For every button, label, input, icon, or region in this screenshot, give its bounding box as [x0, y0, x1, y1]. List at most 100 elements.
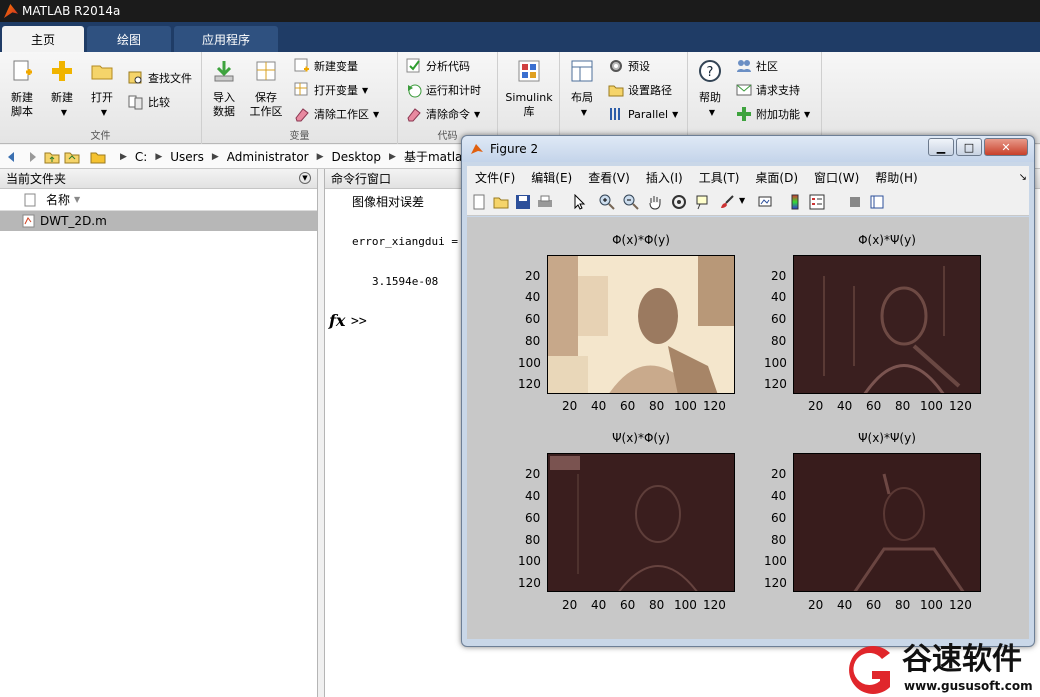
dock-arrow-icon[interactable]: ↘ — [1019, 172, 1027, 183]
menu-tools[interactable]: 工具(T) — [699, 169, 740, 186]
help-button[interactable]: ? 帮助 ▼ — [690, 58, 730, 120]
menu-help[interactable]: 帮助(H) — [875, 169, 917, 186]
back-arrow-icon[interactable] — [4, 149, 20, 165]
menu-edit[interactable]: 编辑(E) — [531, 169, 572, 186]
pan-hand-icon[interactable] — [647, 194, 663, 210]
link-plot-icon[interactable] — [757, 194, 773, 210]
subplot-image[interactable] — [793, 255, 981, 394]
save-icon[interactable] — [515, 194, 531, 210]
new-figure-icon[interactable] — [471, 194, 487, 210]
matlab-logo-icon — [4, 4, 18, 18]
chevron-down-icon: ▼ — [474, 109, 481, 119]
menu-insert[interactable]: 插入(I) — [646, 169, 683, 186]
chevron-right-icon: ▶ — [389, 151, 396, 162]
column-header-name[interactable]: 名称 ▼ — [0, 189, 317, 211]
group-label-variable: 变量 — [289, 131, 310, 142]
ribbon-group-environment: 布局 ▼ 预设 设置路径 Parallel ▼ — [560, 52, 688, 144]
minimize-button[interactable]: ▁ — [928, 138, 954, 156]
community-button[interactable]: 社区 — [736, 56, 778, 76]
fx-icon[interactable]: fx — [329, 311, 345, 330]
preferences-button[interactable]: 预设 — [608, 56, 650, 76]
menu-view[interactable]: 查看(V) — [588, 169, 630, 186]
plus-icon — [52, 61, 72, 81]
hide-plot-tools-icon[interactable] — [847, 194, 863, 210]
matlab-logo-icon — [471, 144, 483, 154]
simulink-library-button[interactable]: Simulink 库 — [504, 58, 554, 119]
zoom-out-icon[interactable] — [623, 194, 639, 210]
colorbar-icon[interactable] — [787, 194, 803, 210]
subplot-image[interactable] — [793, 453, 981, 592]
import-data-button[interactable]: 导入 数据 — [204, 58, 244, 119]
open-button[interactable]: 打开 ▼ — [82, 58, 122, 120]
menu-file[interactable]: 文件(F) — [475, 169, 515, 186]
ribbon: 新建 脚本 新建▼ 打开▼ 查找文件 比较 文件 导入 数据 保存 工作区 — [0, 52, 1040, 144]
print-icon[interactable] — [537, 194, 553, 210]
open-file-icon[interactable] — [493, 194, 509, 210]
current-folder-header: 当前文件夹 ▼ — [0, 169, 317, 189]
command-prompt[interactable]: >> — [351, 314, 367, 329]
layout-button[interactable]: 布局 ▼ — [562, 58, 602, 120]
breadcrumb-segment[interactable]: C: — [135, 150, 147, 164]
maximize-icon: □ — [963, 140, 975, 154]
chevron-down-icon: ▼ — [804, 109, 811, 119]
new-script-button[interactable]: 新建 脚本 — [2, 58, 42, 119]
find-files-button[interactable]: 查找文件 — [128, 68, 192, 88]
add-ons-button[interactable]: 附加功能 ▼ — [736, 104, 810, 124]
subplot-image[interactable] — [547, 453, 735, 592]
figure-canvas[interactable]: Φ(x)*Φ(y) Φ(x)*Ψ(y) Ψ(x)*Φ(y) Ψ(x)*Ψ(y) … — [467, 217, 1029, 639]
close-button[interactable]: ✕ — [984, 138, 1028, 156]
analyze-code-button[interactable]: 分析代码 — [406, 56, 470, 76]
clear-workspace-button[interactable]: 清除工作区 ▼ — [294, 104, 379, 124]
subplot-image[interactable] — [547, 255, 735, 394]
show-plot-tools-icon[interactable] — [869, 194, 885, 210]
support-icon — [736, 84, 752, 96]
panel-menu-icon[interactable]: ▼ — [299, 172, 311, 184]
matlab-file-icon — [22, 214, 35, 228]
menu-window[interactable]: 窗口(W) — [814, 169, 859, 186]
legend-icon[interactable] — [809, 194, 825, 210]
zoom-in-icon[interactable] — [599, 194, 615, 210]
rotate-3d-icon[interactable] — [671, 194, 687, 210]
tab-apps[interactable]: 应用程序 — [174, 26, 278, 52]
save-workspace-button[interactable]: 保存 工作区 — [246, 58, 286, 119]
up-folder-icon[interactable] — [44, 149, 60, 165]
set-path-button[interactable]: 设置路径 — [608, 80, 672, 100]
breadcrumb-segment[interactable]: Desktop — [332, 150, 382, 164]
group-label-file: 文件 — [90, 131, 111, 142]
ribbon-group-file: 新建 脚本 新建 ▼ 打开 ▼ 查找文件 比较 文件 — [0, 52, 202, 144]
parallel-icon — [610, 108, 620, 120]
clear-commands-button[interactable]: 清除命令 ▼ — [406, 104, 480, 124]
output-line: error_xiangdui = — [352, 235, 458, 248]
data-cursor-icon[interactable] — [695, 194, 711, 210]
chevron-right-icon: ▶ — [120, 151, 127, 162]
file-row[interactable]: DWT_2D.m — [0, 211, 317, 231]
chevron-down-icon: ▼ — [362, 85, 369, 95]
chevron-down-icon[interactable]: ▼ — [739, 196, 755, 212]
chevron-down-icon: ▼ — [672, 109, 679, 119]
menu-desktop[interactable]: 桌面(D) — [755, 169, 798, 186]
breadcrumb-segment[interactable]: Users — [170, 150, 204, 164]
find-files-icon — [128, 71, 142, 84]
compare-button[interactable]: 比较 — [128, 92, 170, 112]
run-and-time-button[interactable]: 运行和计时 — [406, 80, 481, 100]
brush-icon[interactable] — [719, 194, 735, 210]
chevron-down-icon: ▼ — [580, 108, 588, 117]
pointer-icon[interactable] — [571, 194, 587, 210]
ribbon-group-code: 分析代码 运行和计时 清除命令 ▼ 代码 — [398, 52, 498, 144]
request-support-button[interactable]: 请求支持 — [736, 80, 800, 100]
open-variable-button[interactable]: 打开变量 ▼ — [294, 80, 368, 100]
tab-plots[interactable]: 绘图 — [87, 26, 171, 52]
new-button[interactable]: 新建 ▼ — [42, 58, 82, 120]
forward-arrow-icon[interactable] — [24, 149, 40, 165]
new-script-icon — [13, 60, 32, 81]
sort-down-icon: ▼ — [74, 195, 81, 204]
tab-home[interactable]: 主页 — [2, 26, 84, 52]
breadcrumb-segment[interactable]: Administrator — [227, 150, 309, 164]
image-horizontal-detail — [794, 256, 980, 393]
parallel-button[interactable]: Parallel ▼ — [608, 104, 678, 124]
browse-folder-icon[interactable] — [64, 149, 80, 165]
new-variable-button[interactable]: 新建变量 — [294, 56, 358, 76]
maximize-button[interactable]: □ — [956, 138, 982, 156]
output-line: 图像相对误差 — [352, 195, 425, 209]
folder-icon — [90, 152, 106, 163]
